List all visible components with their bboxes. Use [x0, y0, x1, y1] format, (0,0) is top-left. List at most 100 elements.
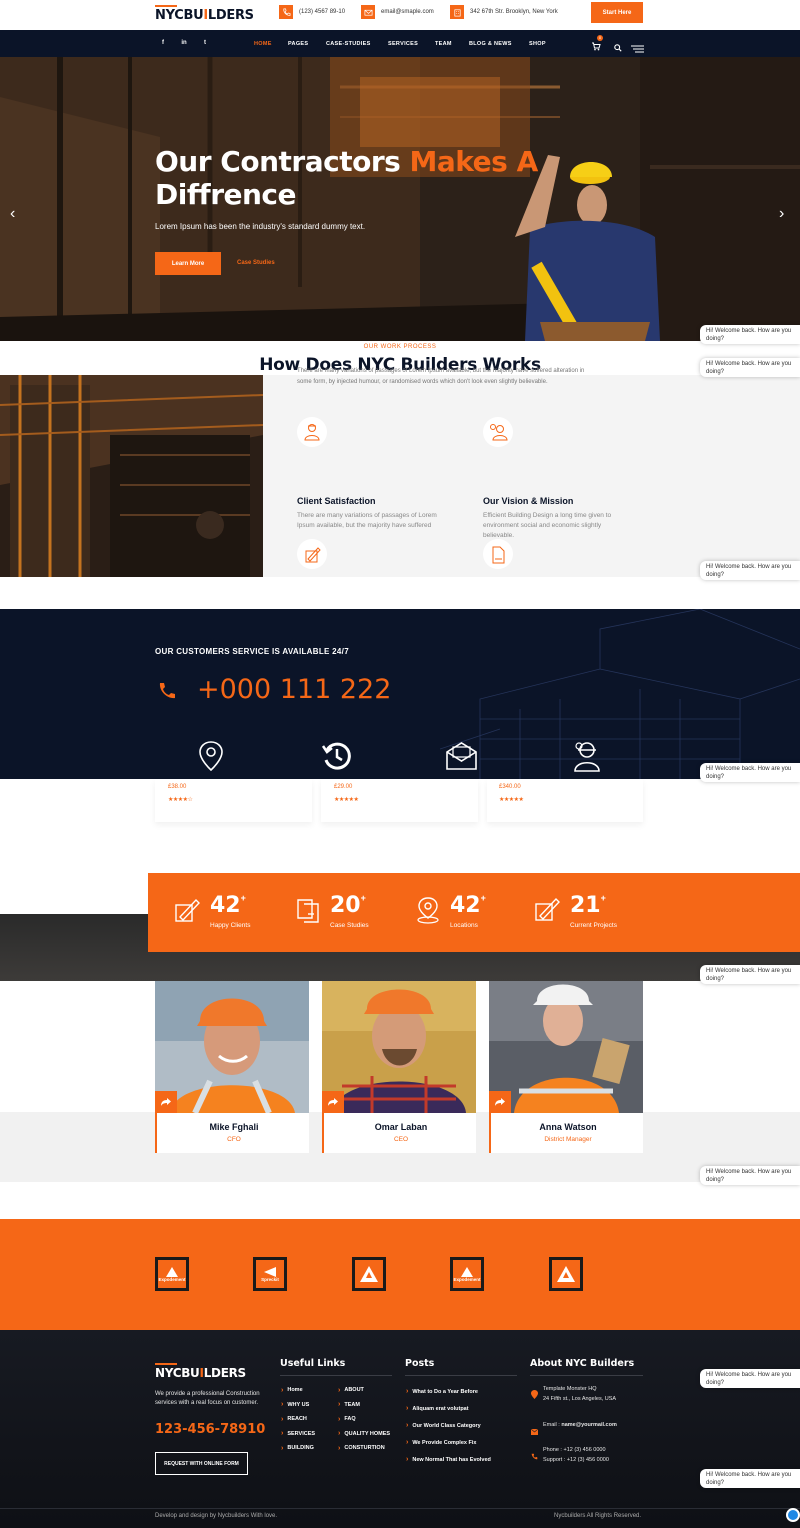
nav-shop[interactable]: SHOP [529, 41, 546, 47]
team-photo [322, 981, 476, 1113]
search-icon[interactable] [614, 39, 622, 57]
product-rating: ★★★★★ [499, 797, 524, 803]
product-rating: ★★★★☆ [168, 797, 193, 803]
share-icon[interactable] [322, 1091, 344, 1113]
stat-current-projects: 21+ [570, 893, 606, 918]
team-card[interactable]: Anna Watson District Manager [489, 981, 643, 1153]
share-icon[interactable] [155, 1091, 177, 1113]
footer-rights: Nycbuilders All Rights Reserved. [554, 1513, 642, 1519]
slider-next-icon[interactable]: › [779, 205, 784, 223]
twitter-icon[interactable]: t [200, 38, 210, 48]
linkedin-icon[interactable]: in [179, 38, 189, 48]
footer-link[interactable]: › REACH [281, 1412, 336, 1427]
learn-more-button[interactable]: Learn More [155, 252, 221, 275]
top-bar: NYCBUILDERS (123) 4567 89-10 email@smapl… [0, 0, 800, 30]
footer-link[interactable]: › CONSTURTION [338, 1441, 398, 1456]
team-card[interactable]: Mike Fghali CFO [155, 981, 309, 1153]
work-process-section: OUR WORK PROCESS How Does NYC Builders W… [0, 341, 800, 577]
support-agent-icon [572, 740, 602, 777]
document-icon [483, 539, 513, 569]
blueprint-icon [174, 897, 202, 928]
facebook-icon[interactable]: f [158, 38, 168, 48]
mail-icon [361, 5, 375, 19]
nav-team[interactable]: TEAM [435, 41, 452, 47]
process-desc-line2: some form, by injected humour, or random… [297, 379, 548, 385]
nav-home[interactable]: HOME [254, 41, 272, 47]
chat-widget[interactable]: Hi! Welcome back. How are you doing? [700, 763, 800, 782]
brand-logo[interactable]: Expodement [450, 1257, 484, 1291]
team-info: Mike Fghali CFO [155, 1113, 309, 1153]
divider [405, 1375, 517, 1376]
post-link[interactable]: › New Normal That has Evolved [406, 1451, 521, 1468]
team-card[interactable]: Omar Laban CEO [322, 981, 476, 1153]
posts-list: › What to Do a Year Before › Aliquam erat … [406, 1383, 521, 1468]
product-card[interactable]: £29.00 ★★★★★ [321, 779, 478, 822]
footer-link[interactable]: › QUALITY HOMES [338, 1427, 398, 1442]
chat-widget[interactable]: Hi! Welcome back. How are you doing? [700, 1469, 800, 1488]
footer-link[interactable]: › Home [281, 1383, 336, 1398]
post-link[interactable]: › We Provide Complex Fix [406, 1434, 521, 1451]
slider-prev-icon[interactable]: ‹ [10, 205, 15, 223]
chat-widget[interactable]: Hi! Welcome back. How are you doing? [700, 965, 800, 984]
service-heading: OUR CUSTOMERS SERVICE IS AVAILABLE 24/7 [155, 647, 349, 656]
chat-widget[interactable]: Hi! Welcome back. How are you doing? [700, 561, 800, 580]
nav-pages[interactable]: PAGES [288, 41, 308, 47]
request-online-form-button[interactable]: REQUEST WITH ONLINE FORM [155, 1452, 248, 1475]
brand-logo[interactable] [352, 1257, 386, 1291]
share-icon[interactable] [489, 1091, 511, 1113]
post-link[interactable]: › Aliquam erat volutpat [406, 1400, 521, 1417]
footer-link[interactable]: › ABOUT [338, 1383, 398, 1398]
chat-widget[interactable]: Hi! Welcome back. How are you doing? [700, 325, 800, 344]
phone-icon [279, 5, 293, 19]
contact-email-text[interactable]: email@smaple.com [381, 9, 434, 15]
chat-launcher-icon[interactable] [786, 1508, 800, 1522]
brand-logo[interactable]: Spreckit [253, 1257, 287, 1291]
team-photo [155, 981, 309, 1113]
chat-widget[interactable]: Hi! Welcome back. How are you doing? [700, 358, 800, 377]
brand-logo[interactable]: Expodement [155, 1257, 189, 1291]
footer-link[interactable]: › SERVICES [281, 1427, 336, 1442]
team-member-role: CFO [227, 1136, 241, 1143]
brands-section: Expodement Spreckit Expodement [0, 1219, 800, 1330]
client-satisfaction-icon [297, 417, 327, 447]
post-link[interactable]: › What to Do a Year Before [406, 1383, 521, 1400]
nav-blog-news[interactable]: BLOG & NEWS [469, 41, 512, 47]
stat-happy-clients: 42+ [210, 893, 246, 918]
team-info: Anna Watson District Manager [489, 1113, 643, 1153]
hero-subtitle: Lorem Ipsum has been the industry's stan… [155, 222, 366, 231]
about-heading: About NYC Builders [530, 1358, 635, 1369]
site-logo[interactable]: NYCBUILDERS [155, 5, 254, 23]
chat-widget[interactable]: Hi! Welcome back. How are you doing? [700, 1369, 800, 1388]
footer-phone[interactable]: 123-456-78910 [155, 1422, 265, 1437]
footer-link[interactable]: › TEAM [338, 1398, 398, 1413]
start-here-button[interactable]: Start Here [591, 2, 643, 23]
nav-services[interactable]: SERVICES [388, 41, 418, 47]
customer-service-section: OUR CUSTOMERS SERVICE IS AVAILABLE 24/7 … [0, 609, 800, 779]
product-card[interactable]: £340.00 ★★★★★ [487, 779, 643, 822]
post-link[interactable]: › Our World Class Category [406, 1417, 521, 1434]
footer-link[interactable]: › WHY US [281, 1398, 336, 1413]
product-card[interactable]: £38.00 ★★★★☆ [155, 779, 312, 822]
nav-case-studies[interactable]: CASE-STUDIES [326, 41, 371, 47]
menu-icon[interactable] [631, 40, 644, 58]
useful-links-heading: Useful Links [280, 1358, 346, 1369]
footer-link[interactable]: › FAQ [338, 1412, 398, 1427]
footer-link[interactable]: › BUILDING [281, 1441, 336, 1456]
stat-locations: 42+ [450, 893, 486, 918]
footer-credit: Develop and design by Nycbuilders With l… [155, 1513, 278, 1519]
footer-email-link[interactable]: name@yourmail.com [561, 1422, 617, 1428]
service-phone-number[interactable]: +000 111 222 [197, 674, 391, 705]
case-studies-link[interactable]: Case Studies [237, 260, 275, 266]
brand-logo[interactable] [549, 1257, 583, 1291]
contact-phone-text: (123) 4567 89-10 [299, 9, 346, 15]
chat-widget[interactable]: Hi! Welcome back. How are you doing? [700, 1166, 800, 1185]
product-price: £29.00 [334, 784, 353, 790]
footer-email: Email : name@yourmail.com [543, 1422, 617, 1428]
product-price: £340.00 [499, 784, 521, 790]
history-icon [321, 740, 353, 777]
footer-logo[interactable]: NYCBUILDERS [155, 1363, 246, 1380]
stats-bar: 42+ Happy Clients 20+ Case Studies 42+ L… [148, 873, 800, 952]
cart-icon[interactable]: 0 [591, 35, 603, 51]
posts-heading: Posts [405, 1358, 435, 1369]
stat-label: Case Studies [330, 922, 369, 929]
